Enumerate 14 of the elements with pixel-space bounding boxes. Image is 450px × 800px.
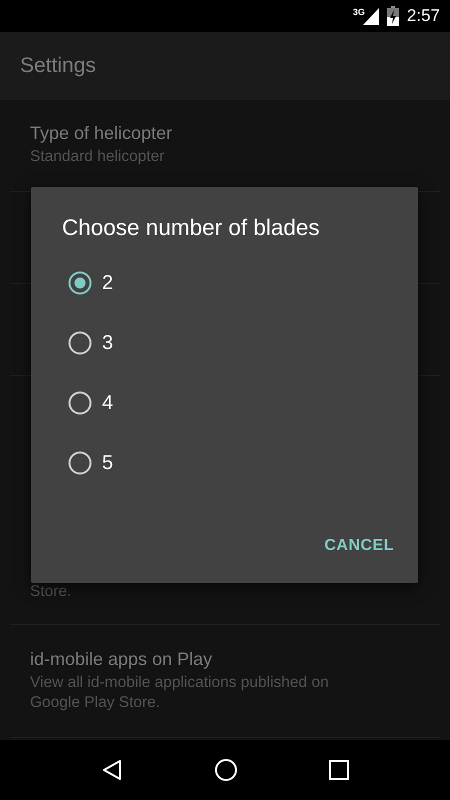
option-label[interactable]: 5 xyxy=(102,452,114,474)
setting-title: id-mobile apps on Play xyxy=(30,648,214,670)
setting-summary: View all id-mobile applications published on Google Play Store. xyxy=(30,672,330,713)
clock-time: 2:57 xyxy=(406,6,440,26)
setting-summary: Standard helicopter xyxy=(30,147,166,168)
app-bar-title: Settings xyxy=(20,54,96,78)
dialog-title: Choose number of blades xyxy=(62,215,320,240)
option-label[interactable]: 4 xyxy=(102,392,114,414)
option-label[interactable]: 3 xyxy=(102,332,114,354)
option-label[interactable]: 2 xyxy=(102,272,114,294)
setting-summary: Store. xyxy=(30,582,72,602)
cancel-button[interactable]: CANCEL xyxy=(324,537,394,555)
setting-title: Type of helicopter xyxy=(30,123,174,144)
network-type: 3G xyxy=(352,7,365,17)
